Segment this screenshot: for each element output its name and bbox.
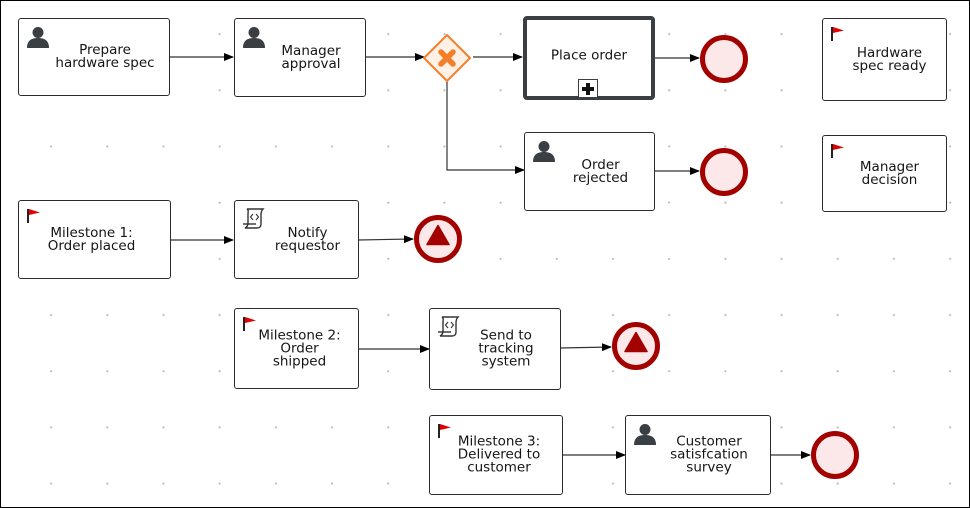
subprocess-label: Place order xyxy=(550,47,628,64)
subprocess-place-order[interactable]: Place order xyxy=(523,16,655,100)
flag-icon xyxy=(830,143,846,162)
milestone-manager-decision[interactable]: Manager decision xyxy=(822,135,947,212)
milestone-hardware-spec-ready[interactable]: Hardware spec ready xyxy=(822,18,947,101)
task-customer-satisfaction-survey[interactable]: Customer satisfcation survey xyxy=(625,415,771,495)
diagram-canvas[interactable]: Prepare hardware spec Manager approval P… xyxy=(0,0,970,508)
task-label: Customer satisfcation survey xyxy=(670,433,748,476)
escalation-icon xyxy=(624,331,648,357)
milestone-3-delivered[interactable]: Milestone 3: Delivered to customer xyxy=(429,415,563,495)
script-task-send-to-tracking[interactable]: Send to tracking system xyxy=(429,308,561,390)
flag-icon xyxy=(26,208,42,227)
milestone-label: Manager decision xyxy=(859,158,920,188)
milestone-2-order-shipped[interactable]: Milestone 2: Order shipped xyxy=(234,308,359,389)
milestone-label: Milestone 3: Delivered to customer xyxy=(457,433,541,476)
end-event-survey[interactable] xyxy=(811,431,859,479)
escalation-icon xyxy=(426,224,450,250)
task-manager-approval[interactable]: Manager approval xyxy=(234,18,366,97)
task-label: Notify requestor xyxy=(274,224,341,254)
flag-icon xyxy=(830,26,846,45)
task-label: Manager approval xyxy=(281,42,341,72)
milestone-label: Milestone 2: Order shipped xyxy=(258,327,341,369)
milestone-label: Milestone 1: Order placed xyxy=(47,224,136,254)
exclusive-gateway[interactable] xyxy=(422,33,472,83)
end-event-place-order[interactable] xyxy=(700,35,748,83)
flow-gateway-to-order-rejected[interactable] xyxy=(446,82,525,174)
milestone-label: Hardware spec ready xyxy=(852,44,927,74)
escalation-end-event-notify[interactable] xyxy=(414,215,462,263)
escalation-end-event-tracking[interactable] xyxy=(612,322,660,370)
milestone-1-order-placed[interactable]: Milestone 1: Order placed xyxy=(18,200,171,279)
task-order-rejected[interactable]: Order rejected xyxy=(524,132,655,211)
task-label: Send to tracking system xyxy=(478,327,534,370)
expand-plus-icon[interactable] xyxy=(578,79,598,97)
flow-send-to-end[interactable] xyxy=(559,343,612,352)
end-event-order-rejected[interactable] xyxy=(700,148,748,196)
flow-notify-to-end[interactable] xyxy=(357,235,414,244)
script-task-notify-requestor[interactable]: Notify requestor xyxy=(234,200,359,279)
task-prepare-hardware-spec[interactable]: Prepare hardware spec xyxy=(18,18,170,96)
task-label: Prepare hardware spec xyxy=(55,42,155,71)
task-label: Order rejected xyxy=(572,156,629,186)
